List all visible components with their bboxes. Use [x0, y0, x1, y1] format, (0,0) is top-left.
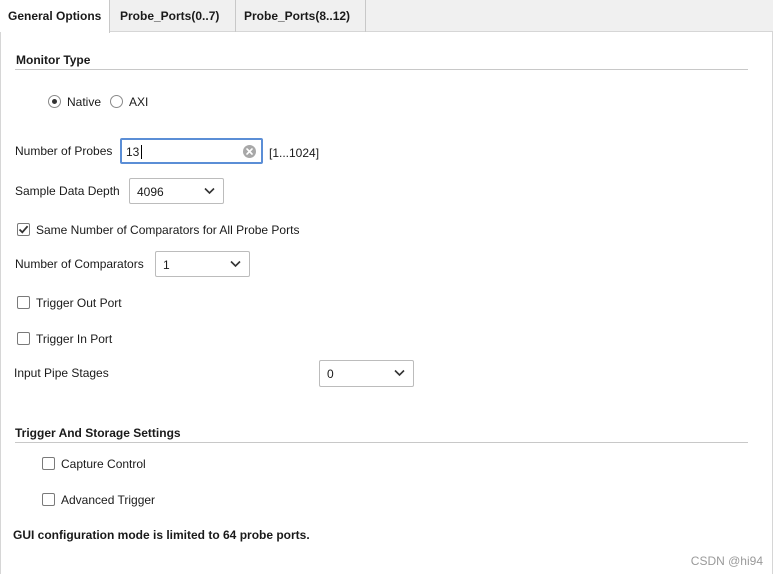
section-title-monitor-type: Monitor Type	[16, 53, 91, 67]
tab-label: Probe_Ports(8..12)	[244, 9, 351, 23]
tab-label: Probe_Ports(0..7)	[120, 9, 220, 23]
radio-axi-label[interactable]: AXI	[129, 95, 148, 109]
radio-native[interactable]	[48, 95, 61, 108]
panel-border-left	[0, 32, 1, 574]
chevron-down-icon	[394, 369, 405, 377]
num-comparators-select[interactable]: 1	[155, 251, 250, 277]
watermark: CSDN @hi94	[690, 554, 763, 568]
advanced-trigger-label[interactable]: Advanced Trigger	[61, 493, 155, 507]
same-comparators-label[interactable]: Same Number of Comparators for All Probe…	[36, 223, 299, 237]
pipe-stages-value: 0	[327, 367, 334, 381]
text-caret	[141, 145, 142, 159]
num-comparators-value: 1	[163, 258, 170, 272]
chevron-down-icon	[204, 187, 215, 195]
checkmark-icon	[18, 225, 29, 234]
advanced-trigger-checkbox[interactable]	[42, 493, 55, 506]
sample-depth-select[interactable]: 4096	[129, 178, 224, 204]
radio-axi[interactable]	[110, 95, 123, 108]
sample-depth-value: 4096	[137, 185, 164, 199]
capture-control-checkbox[interactable]	[42, 457, 55, 470]
radio-native-label[interactable]: Native	[67, 95, 101, 109]
capture-control-label[interactable]: Capture Control	[61, 457, 146, 471]
num-probes-label: Number of Probes	[15, 144, 113, 158]
num-probes-range: [1...1024]	[269, 146, 320, 160]
num-comparators-label: Number of Comparators	[15, 257, 144, 271]
pipe-stages-select[interactable]: 0	[319, 360, 414, 387]
pipe-stages-label: Input Pipe Stages	[14, 366, 109, 380]
tab-probe-ports-8-12[interactable]: Probe_Ports(8..12)	[236, 0, 366, 32]
num-probes-value: 13	[126, 145, 140, 159]
tab-general-options[interactable]: General Options	[0, 0, 110, 33]
probe-limit-note: GUI configuration mode is limited to 64 …	[13, 528, 310, 542]
num-probes-input[interactable]: 13	[120, 138, 263, 164]
section-divider	[15, 69, 748, 70]
tab-probe-ports-0-7[interactable]: Probe_Ports(0..7)	[110, 0, 236, 32]
trigger-in-label[interactable]: Trigger In Port	[36, 332, 112, 346]
sample-depth-label: Sample Data Depth	[15, 184, 120, 198]
same-comparators-checkbox[interactable]	[17, 223, 30, 236]
section-title-trigger-storage: Trigger And Storage Settings	[15, 426, 181, 440]
radio-selected-dot	[52, 99, 57, 104]
clear-circle-icon[interactable]	[242, 144, 257, 159]
tab-label: General Options	[8, 9, 102, 23]
trigger-out-label[interactable]: Trigger Out Port	[36, 296, 122, 310]
trigger-in-checkbox[interactable]	[17, 332, 30, 345]
section-divider	[15, 442, 748, 443]
tab-bar: General Options Probe_Ports(0..7) Probe_…	[0, 0, 773, 33]
trigger-out-checkbox[interactable]	[17, 296, 30, 309]
chevron-down-icon	[230, 260, 241, 268]
